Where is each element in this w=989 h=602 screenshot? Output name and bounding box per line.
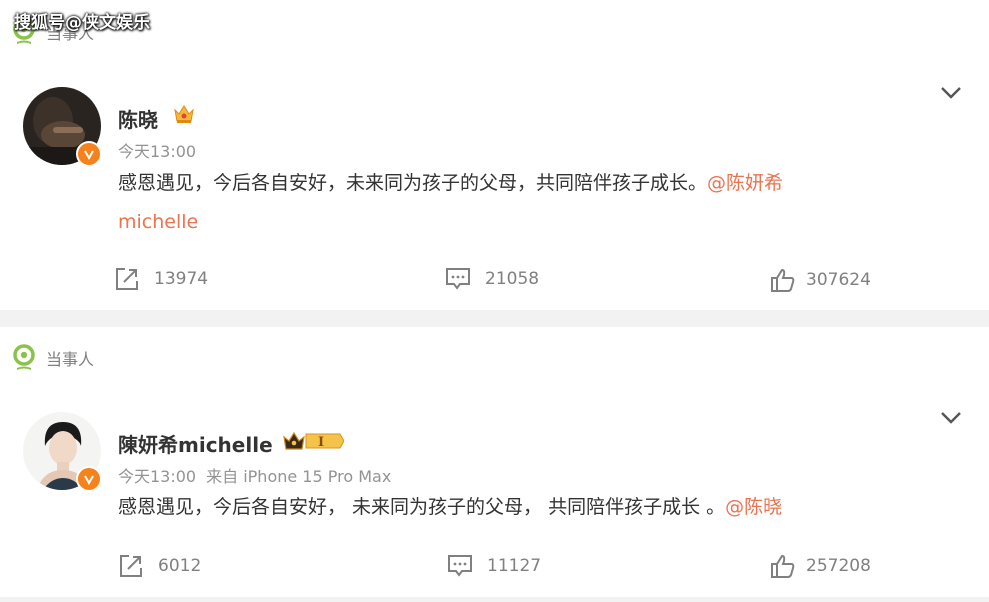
comment-button[interactable]: 11127	[447, 554, 541, 578]
author-name[interactable]: 陳妍希michelle	[118, 429, 273, 458]
avatar[interactable]	[23, 412, 102, 492]
post-source: 来自 iPhone 15 Pro Max	[206, 467, 392, 486]
repost-count: 13974	[154, 269, 209, 289]
post-card: 当事人 陳妍希michelle I 今天13:00 来自 iPhone 15 Pr…	[0, 327, 989, 597]
watermark: 搜狐号@侠文娱乐	[14, 13, 150, 33]
content-text: 感恩遇见，今后各自安好， 未来同为孩子的父母， 共同陪伴孩子成长 。	[118, 496, 726, 518]
chevron-down-icon[interactable]	[940, 86, 962, 100]
post-content: 感恩遇见，今后各自安好，未来同为孩子的父母，共同陪伴孩子成长。@陈妍希 miche…	[118, 164, 918, 242]
crown-icon	[174, 105, 194, 123]
post-time[interactable]: 今天13:00	[118, 467, 196, 486]
author-name[interactable]: 陈晓	[118, 104, 158, 133]
like-button[interactable]: 307624	[770, 267, 871, 293]
like-count: 307624	[806, 270, 871, 290]
mention-link[interactable]: @陈晓	[725, 496, 782, 518]
svg-text:I: I	[318, 435, 324, 450]
comment-count: 11127	[487, 556, 542, 576]
comment-icon	[448, 555, 472, 577]
like-button[interactable]: 257208	[770, 553, 871, 579]
mention-link[interactable]: @陈妍希	[707, 172, 783, 194]
like-count: 257208	[806, 556, 871, 576]
avatar[interactable]	[23, 87, 102, 167]
chevron-down-icon[interactable]	[940, 411, 962, 425]
post-time[interactable]: 今天13:00	[118, 142, 196, 161]
like-icon	[771, 268, 795, 292]
repost-button[interactable]: 6012	[118, 553, 201, 579]
location-tag-icon	[13, 344, 35, 370]
comment-icon	[446, 268, 470, 290]
repost-button[interactable]: 13974	[114, 266, 208, 292]
mention-link-cont[interactable]: michelle	[118, 211, 198, 233]
post-tag: 当事人	[12, 344, 94, 372]
post-meta: 今天13:00	[118, 138, 196, 162]
comment-button[interactable]: 21058	[445, 267, 539, 291]
verified-icon	[76, 141, 102, 167]
repost-icon	[116, 268, 138, 290]
post-meta: 今天13:00 来自 iPhone 15 Pro Max	[118, 463, 391, 487]
repost-icon	[120, 555, 142, 577]
tag-label: 当事人	[46, 350, 95, 369]
like-icon	[771, 554, 795, 578]
post-content: 感恩遇见，今后各自安好， 未来同为孩子的父母， 共同陪伴孩子成长 。@陈晓	[118, 488, 918, 527]
verified-icon	[76, 466, 102, 492]
comment-count: 21058	[485, 269, 540, 289]
post-card: 当事人 陈晓 今天13:00 感恩遇见，今后各自安好，未来同为孩子的父母，共同陪…	[0, 0, 989, 310]
vip-crown-icon[interactable]: I	[282, 429, 344, 453]
content-text: 感恩遇见，今后各自安好，未来同为孩子的父母，共同陪伴孩子成长。	[118, 172, 708, 194]
repost-count: 6012	[158, 556, 202, 576]
